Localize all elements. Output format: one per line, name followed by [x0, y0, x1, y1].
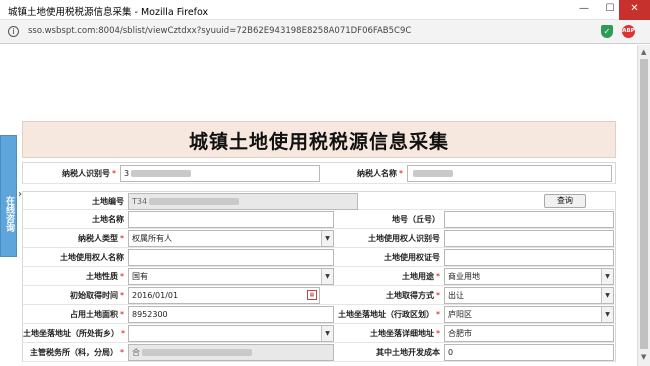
taxpayer-name-label: 纳税人名称 *: [357, 169, 403, 178]
street-select[interactable]: ▼: [128, 325, 334, 342]
land-name-label: 土地名称: [92, 215, 124, 224]
street-label: 土地坐落地址（所处街乡） *: [23, 329, 125, 338]
user-name-label: 土地使用权人名称: [60, 253, 124, 262]
acquire-time-label: 初始取得时间 *: [70, 291, 124, 300]
land-usage-label: 土地用途 *: [402, 272, 440, 281]
taxpayer-type-row: 纳税人类型 * 权属所有人 ▼ 土地使用权人识别号: [22, 229, 616, 248]
scroll-down-icon[interactable]: ▼: [641, 353, 646, 361]
chevron-down-icon[interactable]: ▼: [321, 269, 333, 284]
taxpayer-type-select[interactable]: 权属所有人 ▼: [128, 230, 334, 247]
page-title: 城镇土地使用税税源信息采集: [188, 131, 449, 153]
dev-cost-label: 其中土地开发成本: [376, 348, 440, 357]
dev-cost-field[interactable]: 0: [444, 344, 614, 361]
taxpayer-id-label: 纳税人识别号 *: [62, 169, 116, 178]
acquire-time-field[interactable]: 2016/01/01 ▦: [128, 287, 320, 304]
user-name-row: 土地使用权人名称 土地使用权证号: [22, 248, 616, 267]
user-id-field[interactable]: [444, 230, 614, 247]
cert-no-label: 土地使用权证号: [384, 253, 440, 262]
taxpayer-id-field[interactable]: 3: [120, 165, 320, 182]
tax-office-field[interactable]: 合: [128, 344, 334, 361]
area-row: 占用土地面积 * 8952300 土地坐落地址（行政区划） * 庐阳区 ▼: [22, 305, 616, 324]
acquire-row: 初始取得时间 * 2016/01/01 ▦ 土地取得方式 * 出让 ▼: [22, 286, 616, 305]
land-nature-select[interactable]: 国有 ▼: [128, 268, 334, 285]
acquire-method-label: 土地取得方式 *: [386, 291, 440, 300]
detail-address-field[interactable]: 合肥市: [444, 325, 614, 342]
land-no-field[interactable]: T34: [128, 193, 358, 210]
area-label: 占用土地面积 *: [70, 310, 124, 319]
window-titlebar: 城镇土地使用税税源信息采集 - Mozilla Firefox — ☐ ✕: [0, 0, 650, 20]
parcel-no-label: 地号（丘号）: [392, 215, 440, 224]
url-bar: i sso.wsbspt.com:8004/sblist/viewCztdxx?…: [0, 20, 650, 44]
chevron-down-icon[interactable]: ▼: [601, 307, 613, 322]
cert-no-field[interactable]: [444, 249, 614, 266]
user-id-label: 土地使用权人识别号: [368, 234, 440, 243]
user-name-field[interactable]: [128, 249, 334, 266]
detail-address-label: 土地坐落详细地址 *: [370, 329, 440, 338]
taxpayer-name-field[interactable]: [407, 165, 612, 182]
tax-office-row: 主管税务所（科，分局） * 合 其中土地开发成本 0: [22, 343, 616, 362]
close-button[interactable]: ✕: [619, 0, 650, 20]
land-usage-select[interactable]: 商业用地 ▼: [444, 268, 614, 285]
chevron-down-icon[interactable]: ▼: [601, 288, 613, 303]
chevron-down-icon[interactable]: ▼: [601, 269, 613, 284]
taxpayer-row: 纳税人识别号 * 3 纳税人名称 *: [22, 162, 616, 184]
area-field[interactable]: 8952300: [128, 306, 334, 323]
online-consult-tab[interactable]: 在线咨询: [0, 135, 17, 257]
scrollbar-thumb[interactable]: [640, 59, 648, 349]
tax-office-label: 主管税务所（科，分局） *: [30, 348, 124, 357]
calendar-icon[interactable]: ▦: [307, 290, 317, 300]
land-nature-label: 土地性质 *: [86, 272, 124, 281]
vertical-scrollbar[interactable]: ▲ ▼: [637, 45, 650, 366]
window-title: 城镇土地使用税税源信息采集 - Mozilla Firefox: [8, 7, 209, 18]
acquire-method-select[interactable]: 出让 ▼: [444, 287, 614, 304]
land-no-row: 土地编号 T34 查询: [22, 191, 616, 210]
land-name-row: 土地名称 地号（丘号）: [22, 210, 616, 229]
district-select[interactable]: 庐阳区 ▼: [444, 306, 614, 323]
address-row: 土地坐落地址（所处街乡） * ▼ 土地坐落详细地址 * 合肥市: [22, 324, 616, 343]
taxpayer-type-label: 纳税人类型 *: [78, 234, 124, 243]
url-text[interactable]: sso.wsbspt.com:8004/sblist/viewCztdxx?sy…: [28, 26, 411, 36]
land-name-field[interactable]: [128, 211, 334, 228]
district-label: 土地坐落地址（行政区划） *: [338, 310, 440, 319]
query-button[interactable]: 查询: [544, 194, 586, 208]
parcel-no-field[interactable]: [444, 211, 614, 228]
adblock-icon[interactable]: ABP: [622, 25, 635, 38]
land-nature-row: 土地性质 * 国有 ▼ 土地用途 * 商业用地 ▼: [22, 267, 616, 286]
land-no-label: 土地编号: [92, 197, 124, 206]
site-info-icon[interactable]: i: [8, 26, 19, 37]
shield-icon[interactable]: ✓: [601, 25, 613, 38]
page-header: 城镇土地使用税税源信息采集: [22, 121, 616, 158]
chevron-down-icon[interactable]: ▼: [321, 231, 333, 246]
scroll-up-icon[interactable]: ▲: [641, 48, 646, 56]
chevron-down-icon[interactable]: ▼: [321, 326, 333, 341]
minimize-button[interactable]: —: [571, 0, 597, 20]
